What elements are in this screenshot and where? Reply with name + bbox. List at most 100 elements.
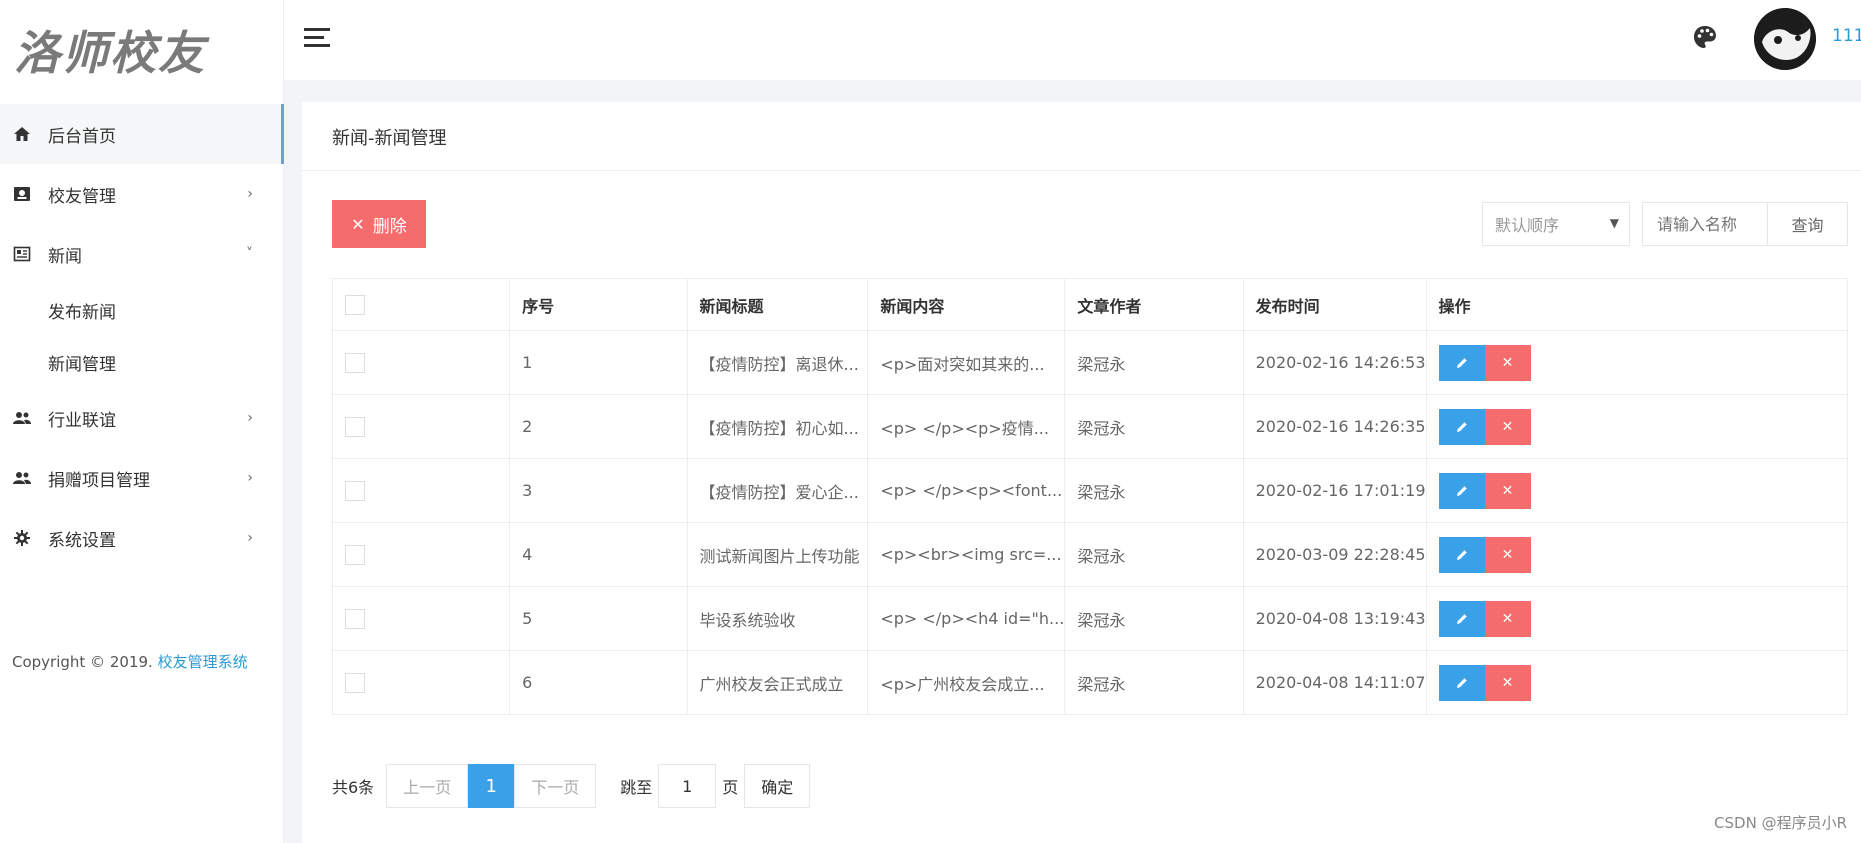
column-header: 发布时间 [1242,278,1427,331]
close-icon: ✕ [1501,482,1514,498]
sidebar-subitem-news-manage[interactable]: 新闻管理 [0,336,283,388]
column-header: 新闻标题 [686,278,869,331]
jump-confirm-button[interactable]: 确定 [744,764,811,808]
row-checkbox[interactable] [345,416,365,437]
delete-button[interactable]: ✕ 删除 [332,200,426,248]
delete-row-button[interactable]: ✕ [1484,344,1531,381]
pencil-icon [1456,549,1467,560]
top-header: 111 [284,0,1861,80]
search-input[interactable] [1642,202,1768,246]
edit-button[interactable] [1438,472,1485,509]
delete-row-button[interactable]: ✕ [1484,536,1531,573]
close-icon: ✕ [1501,354,1514,370]
row-checkbox[interactable] [345,608,365,629]
cell-time: 2020-04-08 13:19:43 [1242,586,1427,651]
edit-button[interactable] [1438,344,1485,381]
pagination-total: 共6条 [332,778,375,797]
cell-title: 【疫情防控】爱心企... [686,458,869,523]
news-table: 序号 新闻标题 新闻内容 文章作者 发布时间 操作 1 【疫情防控】离退休...… [331,278,1849,715]
sidebar-item-alumni[interactable]: 校友管理 › [0,164,283,224]
chevron-down-icon: ▼ [1609,216,1619,230]
chevron-right-icon: › [247,186,253,202]
cell-author: 梁冠永 [1064,330,1244,395]
cell-no: 4 [509,522,688,587]
close-icon: ✕ [1501,418,1514,434]
username[interactable]: 111 [1832,26,1861,46]
cell-content: <p> </p><p><font... [867,458,1066,523]
table-row: 3 【疫情防控】爱心企... <p> </p><p><font... 梁冠永 2… [331,458,1849,523]
pencil-icon [1456,485,1467,496]
edit-button[interactable] [1438,664,1485,701]
close-icon: ✕ [1501,546,1514,562]
cell-content: <p>面对突如其来的... [867,330,1066,395]
palette-icon[interactable] [1692,24,1718,50]
sidebar-item-label: 后台首页 [48,126,116,147]
cell-author: 梁冠永 [1064,394,1244,459]
search-button[interactable]: 查询 [1768,202,1848,246]
divider [302,170,1861,171]
pencil-icon [1456,613,1467,624]
copyright-text: Copyright © 2019. [12,653,153,671]
row-checkbox[interactable] [345,672,365,693]
sort-select[interactable]: 默认顺序 ▼ [1482,202,1630,246]
sidebar-item-donation[interactable]: 捐赠项目管理 › [0,448,283,508]
delete-button-label: 删除 [372,216,407,237]
cell-title: 测试新闻图片上传功能 [686,522,869,587]
select-all-checkbox[interactable] [345,294,365,315]
sidebar-subitem-publish-news[interactable]: 发布新闻 [0,284,283,336]
cell-time: 2020-03-09 22:28:45 [1242,522,1427,587]
pencil-icon [1456,357,1467,368]
sidebar-item-home[interactable]: 后台首页 [0,104,284,164]
chevron-right-icon: › [247,470,253,486]
row-checkbox[interactable] [345,544,365,565]
logo-text: 洛师校友 [14,26,206,80]
column-header: 文章作者 [1064,278,1244,331]
jump-page-input[interactable] [658,764,717,808]
column-header: 序号 [509,278,688,331]
sidebar-item-label: 校友管理 [48,186,116,207]
table-row: 1 【疫情防控】离退休... <p>面对突如其来的... 梁冠永 2020-02… [331,330,1849,395]
pencil-icon [1456,421,1467,432]
menu-toggle-icon[interactable] [304,28,330,50]
pencil-icon [1456,677,1467,688]
cell-no: 2 [509,394,688,459]
delete-row-button[interactable]: ✕ [1484,600,1531,637]
edit-button[interactable] [1438,600,1485,637]
next-page-button[interactable]: 下一页 [514,764,597,808]
close-icon: ✕ [1501,610,1514,626]
sidebar-item-label: 行业联谊 [48,410,116,431]
news-panel: 新闻-新闻管理 ✕ 删除 默认顺序 ▼ 查询 序号 新闻标题 新闻内容 文章作者… [302,102,1861,843]
cell-time: 2020-02-16 14:26:53 [1242,330,1427,395]
cell-time: 2020-04-08 14:11:07 [1242,650,1427,715]
copyright: Copyright © 2019. 校友管理系统 [12,648,252,676]
avatar[interactable] [1754,8,1816,70]
cell-content: <p><br><img src=... [867,522,1066,587]
cell-title: 【疫情防控】离退休... [686,330,869,395]
sidebar-item-industry[interactable]: 行业联谊 › [0,388,283,448]
cell-author: 梁冠永 [1064,458,1244,523]
chevron-right-icon: › [247,410,253,426]
row-checkbox[interactable] [345,480,365,501]
logo[interactable]: 洛师校友 [0,0,283,100]
page-title: 新闻-新闻管理 [332,128,447,149]
pagination: 共6条 上一页 1 下一页 跳至 页 确定 [332,764,811,808]
delete-row-button[interactable]: ✕ [1484,472,1531,509]
copyright-link[interactable]: 校友管理系统 [158,653,248,671]
row-checkbox[interactable] [345,352,365,373]
page-number-current[interactable]: 1 [468,764,515,808]
table-row: 4 测试新闻图片上传功能 <p><br><img src=... 梁冠永 202… [331,522,1849,587]
delete-row-button[interactable]: ✕ [1484,408,1531,445]
delete-row-button[interactable]: ✕ [1484,664,1531,701]
table-row: 2 【疫情防控】初心如... <p> </p><p>疫情... 梁冠永 2020… [331,394,1849,459]
sidebar-item-settings[interactable]: 系统设置 › [0,508,283,568]
cell-no: 1 [509,330,688,395]
cell-author: 梁冠永 [1064,650,1244,715]
sidebar-item-label: 系统设置 [48,530,116,551]
edit-button[interactable] [1438,408,1485,445]
prev-page-button[interactable]: 上一页 [386,764,469,808]
cell-content: <p> </p><p>疫情... [867,394,1066,459]
sidebar-item-label: 捐赠项目管理 [48,470,150,491]
sidebar-item-news[interactable]: 新闻 ˅ [0,224,283,284]
watermark: CSDN @程序员小R [1714,814,1847,832]
edit-button[interactable] [1438,536,1485,573]
